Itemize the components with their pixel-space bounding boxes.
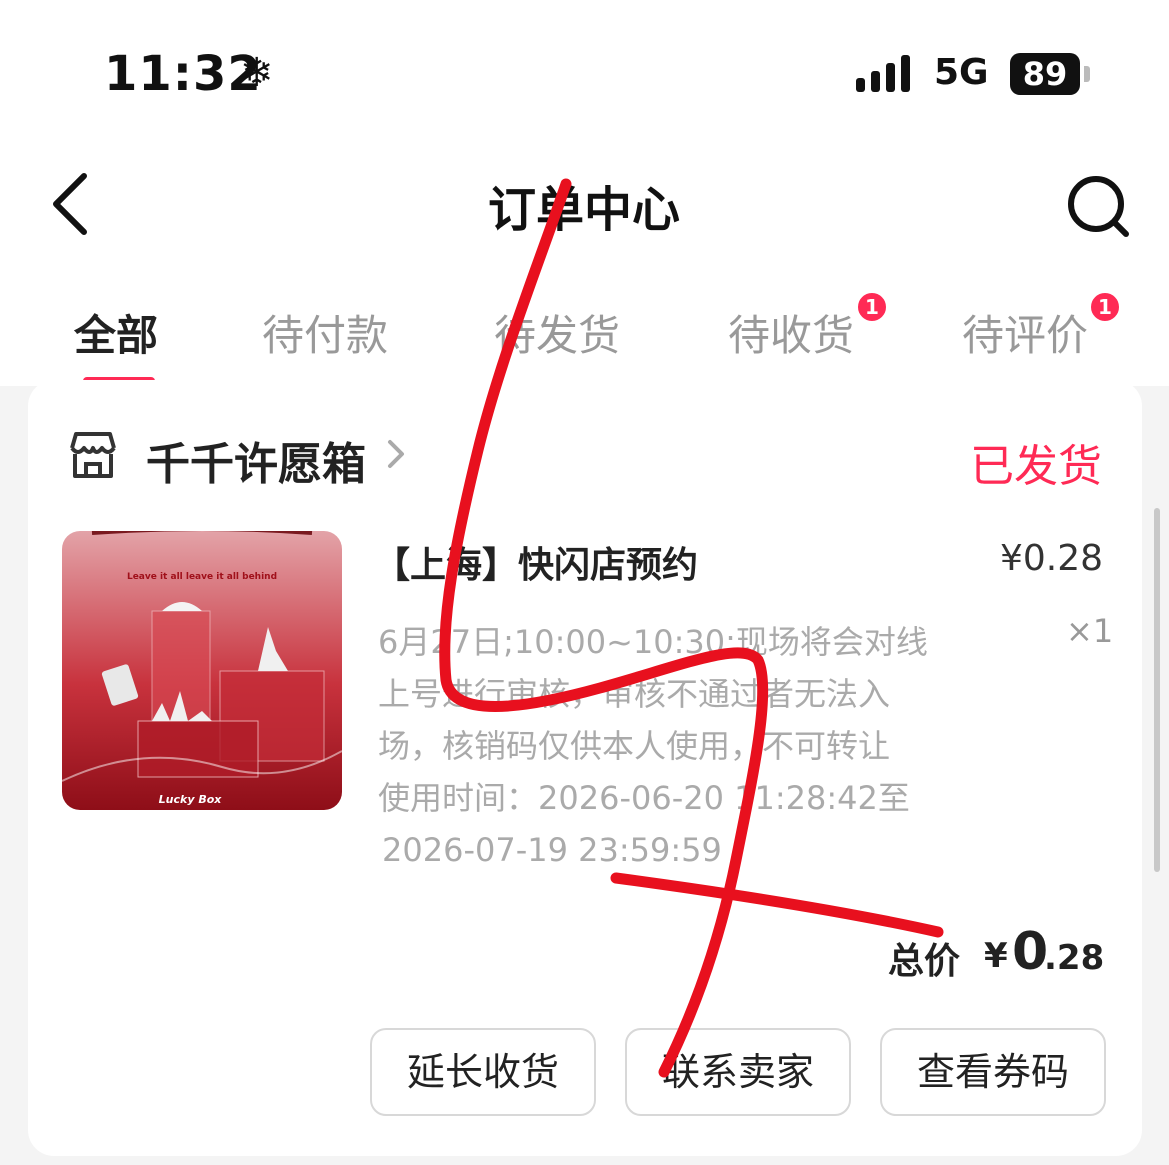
image-headline: Leave it all leave it all behind <box>127 572 277 582</box>
shop-icon <box>70 432 116 478</box>
battery-tip <box>1084 66 1090 82</box>
status-time: 11:32 <box>104 46 262 102</box>
signal-strength-icon <box>856 55 910 92</box>
order-status: 已发货 <box>970 441 1102 492</box>
product-name[interactable]: 【上海】快闪店预约 <box>374 536 698 588</box>
total-decimal: .28 <box>1044 938 1105 978</box>
network-type: 5G <box>934 52 989 93</box>
view-coupon-button[interactable]: 查看券码 <box>880 1028 1106 1116</box>
description-line: 上号进行审核，审核不通过者无法入 <box>378 675 891 713</box>
tab-pending-review[interactable]: 待评价 <box>962 302 1088 363</box>
description-line: 场，核销码仅供本人使用，不可转让 <box>378 727 891 765</box>
snowflake-icon: ❄ <box>240 50 274 96</box>
battery-icon: 89 <box>1010 53 1080 95</box>
product-description: 6月27日;10:00~10:30;现场将会对线 上号进行审核，审核不通过者无法… <box>378 616 988 876</box>
scrollbar[interactable] <box>1154 508 1160 872</box>
tab-pending-receipt[interactable]: 待收货 <box>728 302 854 363</box>
total-currency: ¥ <box>984 936 1008 976</box>
tab-badge: 1 <box>855 290 889 324</box>
total-integer: 0 <box>1012 922 1049 982</box>
tab-pending-shipment[interactable]: 待发货 <box>494 302 620 363</box>
description-line: 使用时间：2026-06-20 11:28:42至 <box>378 779 910 817</box>
description-line: 6月27日;10:00~10:30;现场将会对线 <box>378 623 928 661</box>
shop-name[interactable]: 千千许愿箱 <box>146 428 366 492</box>
back-arrow-icon[interactable] <box>46 170 106 238</box>
extend-receipt-button[interactable]: 延长收货 <box>370 1028 596 1116</box>
tab-pending-payment[interactable]: 待付款 <box>262 302 388 363</box>
description-line: 2026-07-19 23:59:59 <box>382 831 722 869</box>
product-price: ¥0.28 <box>1000 538 1104 579</box>
page-title: 订单中心 <box>487 182 680 238</box>
product-image[interactable]: Leave it all leave it all behind Lucky B… <box>62 531 342 810</box>
product-quantity: ×1 <box>1066 612 1114 650</box>
image-brand: Lucky Box <box>159 793 223 806</box>
tab-badge: 1 <box>1088 290 1122 324</box>
contact-seller-button[interactable]: 联系卖家 <box>625 1028 851 1116</box>
chevron-right-icon[interactable] <box>382 434 410 474</box>
search-icon[interactable] <box>1060 170 1140 238</box>
tab-all[interactable]: 全部 <box>74 302 158 363</box>
total-label: 总价 <box>888 941 961 982</box>
